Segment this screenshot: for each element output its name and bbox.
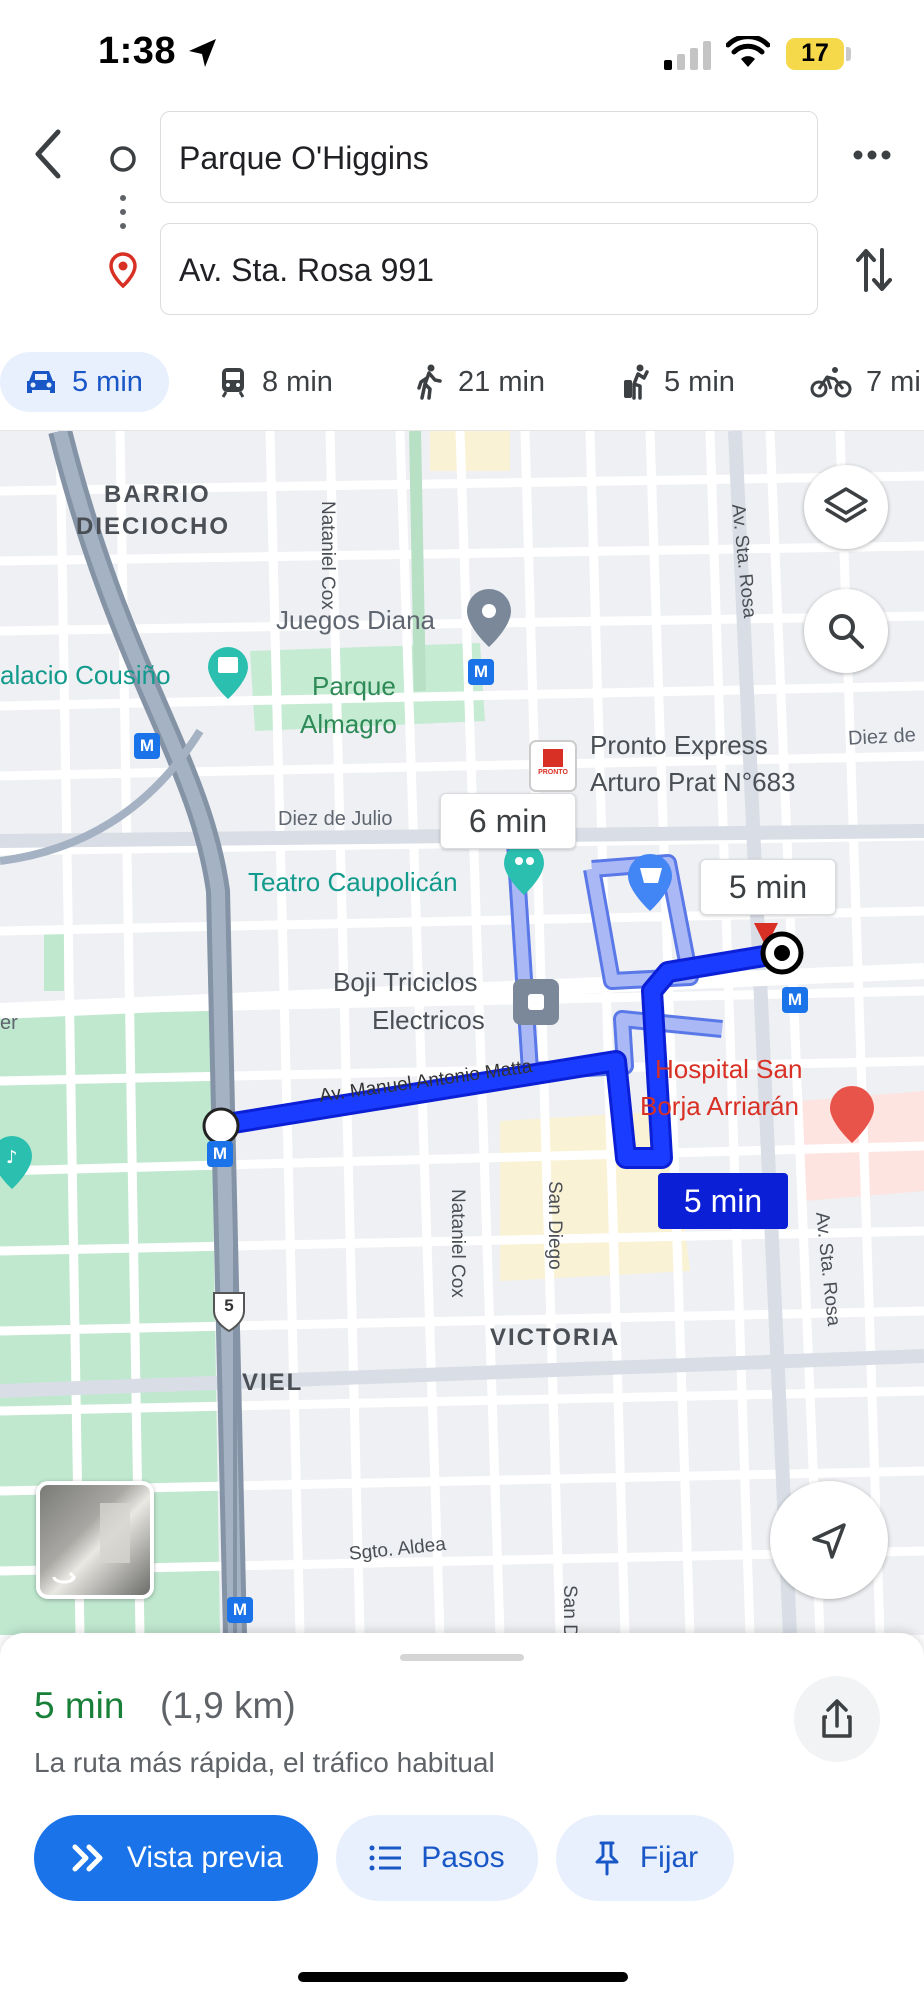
alt-route-callout-1[interactable]: 6 min — [440, 793, 576, 849]
mode-ride-tab[interactable]: 5 min — [620, 352, 735, 412]
start-point-marker — [202, 1107, 240, 1145]
map-label-almagro: Almagro — [300, 709, 397, 739]
walk-icon — [417, 364, 442, 400]
map-label-er: er — [0, 1012, 18, 1034]
home-indicator[interactable] — [298, 1972, 628, 1982]
train-icon — [221, 368, 245, 398]
metro-icon: M — [212, 1144, 228, 1163]
metro-icon: M — [787, 990, 803, 1009]
mode-bike-tab[interactable]: 7 mi — [810, 352, 921, 412]
battery-indicator: 17 — [786, 38, 844, 70]
status-time: 1:38 — [98, 30, 177, 72]
pronto-logo-text: PRONTO — [538, 769, 568, 776]
destination-field[interactable]: Av. Sta. Rosa 991 — [160, 223, 818, 315]
map-label-nataniel-bottom: Nataniel Cox — [447, 1189, 468, 1298]
cellular-signal-icon — [664, 41, 711, 70]
route-eta: 5 min — [34, 1685, 125, 1726]
mode-transit-tab[interactable]: 8 min — [218, 352, 333, 412]
map-label-viel: VIEL — [242, 1369, 304, 1396]
navigation-arrow-icon — [812, 1523, 846, 1559]
route-shield-label: 5 — [224, 1296, 234, 1315]
green-corridor — [409, 431, 426, 692]
layers-icon — [824, 487, 868, 523]
map-label-diez-de-right: Diez de — [847, 724, 917, 750]
back-arrow-icon[interactable] — [30, 128, 66, 180]
swap-icon[interactable] — [854, 246, 894, 294]
map-label-juegos-diana: Juegos Diana — [276, 605, 435, 635]
map-label-barrio: BARRIO — [104, 481, 211, 508]
map-label-parque: Parque — [312, 671, 396, 701]
layers-button[interactable] — [804, 465, 888, 549]
street-view-rotate-icon — [52, 1503, 130, 1584]
metro-icon: M — [139, 736, 155, 755]
battery-cap — [846, 47, 851, 61]
map-label-boji-2: Electricos — [372, 1005, 485, 1035]
route-dots-icon — [120, 195, 126, 229]
bicycle-icon — [810, 367, 852, 398]
ride-hail-icon — [624, 364, 649, 400]
car-icon — [27, 371, 55, 393]
more-options-icon[interactable] — [852, 148, 892, 162]
map-label-pronto-2: Arturo Prat N°683 — [590, 767, 796, 797]
map-label-hospital-2: Borja Arriarán — [640, 1091, 799, 1121]
map-label-pronto-1: Pronto Express — [590, 730, 768, 760]
metro-icon: M — [232, 1600, 248, 1619]
street-view-thumbnail[interactable] — [36, 1481, 154, 1599]
map-label-palacio: alacio Cousiño — [0, 660, 171, 690]
map-label-hospital-1: Hospital San — [655, 1054, 803, 1084]
double-chevron-icon — [72, 1844, 103, 1872]
map-label-diez-de-julio: Diez de Julio — [278, 808, 393, 830]
recenter-button[interactable] — [770, 1481, 888, 1599]
origin-field[interactable]: Parque O'Higgins — [160, 111, 818, 203]
map-label-nataniel-top: Nataniel Cox — [317, 501, 338, 610]
map-search-button[interactable] — [804, 589, 888, 673]
wifi-icon — [726, 36, 770, 67]
sheet-drag-handle[interactable] — [400, 1654, 524, 1661]
share-button[interactable] — [794, 1676, 880, 1762]
steps-button[interactable]: Pasos — [336, 1815, 538, 1901]
search-icon — [829, 614, 864, 649]
map-view[interactable]: ♪ M M M M M 5 PRONTO BARRIO DIECIOCHO VI… — [0, 431, 924, 1635]
map-label-dieciocho: DIECIOCHO — [76, 513, 231, 540]
preview-button[interactable]: Vista previa — [34, 1815, 318, 1901]
map-label-victoria: VICTORIA — [490, 1324, 621, 1351]
pin-button[interactable]: Fijar — [556, 1815, 734, 1901]
svg-text:♪: ♪ — [6, 1147, 18, 1168]
mode-walk-tab[interactable]: 21 min — [414, 352, 545, 412]
primary-route-callout[interactable]: 5 min — [658, 1173, 788, 1229]
metro-icon: M — [473, 662, 489, 681]
destination-pin-icon — [109, 252, 137, 288]
map-label-san-bottom: San D — [559, 1585, 580, 1635]
north-highlight — [430, 431, 510, 471]
map-label-boji-1: Boji Triciclos — [333, 967, 478, 997]
list-icon — [369, 1845, 402, 1871]
mode-drive-tab[interactable]: 5 min — [0, 352, 169, 412]
alt-route-callout-2[interactable]: 5 min — [700, 859, 836, 915]
map-label-san-diego: San Diego — [544, 1181, 565, 1270]
small-park — [44, 931, 64, 991]
route-description: La ruta más rápida, el tráfico habitual — [34, 1747, 495, 1778]
location-arrow-icon — [189, 39, 216, 67]
share-icon — [822, 1699, 852, 1738]
map-label-teatro: Teatro Caupolicán — [248, 867, 458, 897]
route-distance: (1,9 km) — [160, 1685, 296, 1726]
pushpin-icon — [595, 1841, 619, 1876]
origin-circle-icon — [110, 146, 136, 172]
